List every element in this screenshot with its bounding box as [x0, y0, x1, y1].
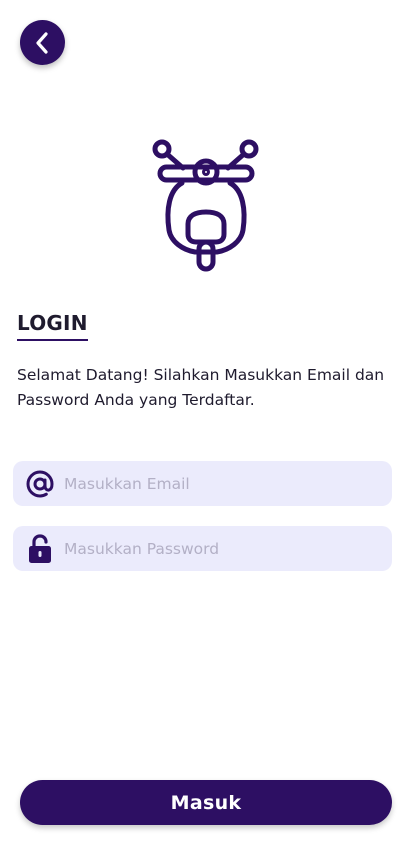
- password-input[interactable]: [64, 526, 392, 571]
- welcome-text: Selamat Datang! Silahkan Masukkan Email …: [17, 366, 385, 409]
- email-input[interactable]: [64, 461, 392, 506]
- at-sign-icon: [26, 469, 54, 499]
- back-button[interactable]: [20, 20, 65, 65]
- email-field-container[interactable]: [13, 461, 392, 506]
- password-field-container[interactable]: [13, 526, 392, 571]
- chevron-left-icon: [35, 31, 48, 54]
- login-heading: LOGIN: [17, 310, 88, 341]
- page-title: LOGIN: [17, 311, 88, 335]
- title-underline: [17, 339, 88, 341]
- unlocked-padlock-icon: [26, 533, 54, 564]
- scooter-icon: [152, 139, 259, 272]
- login-button[interactable]: Masuk: [20, 780, 392, 825]
